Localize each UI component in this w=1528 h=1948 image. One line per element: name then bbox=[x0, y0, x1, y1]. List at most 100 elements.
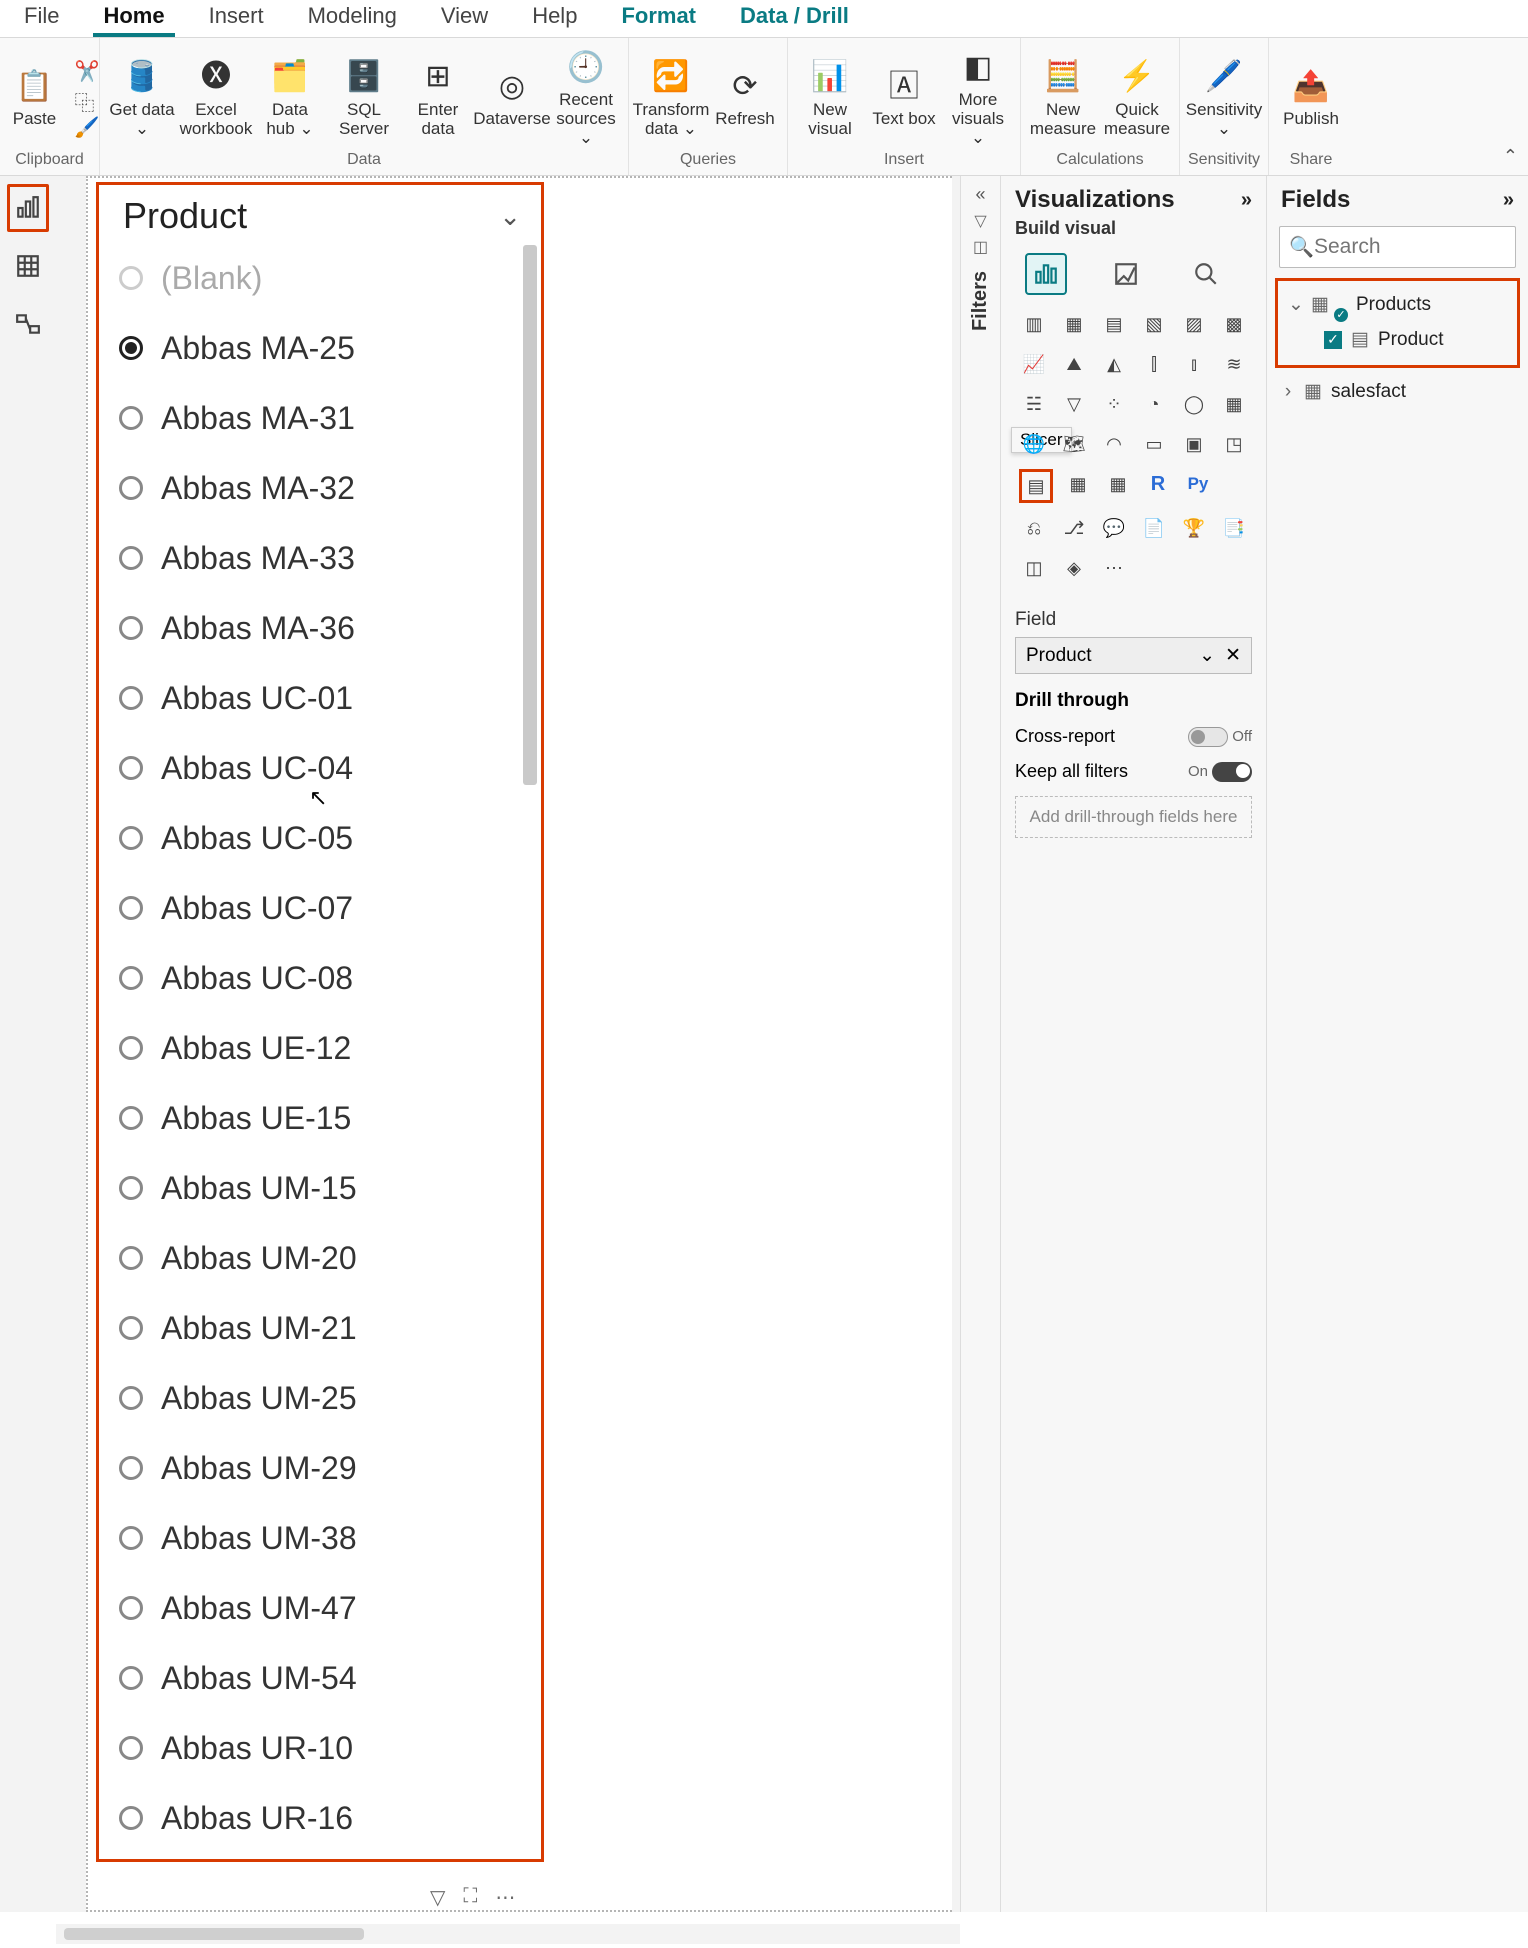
report-canvas[interactable]: Product ⌄ (Blank)Abbas MA-25Abbas MA-31A… bbox=[56, 176, 960, 1912]
line-chart-icon[interactable]: 📈 bbox=[1019, 349, 1049, 379]
slicer-item[interactable]: Abbas MA-36 bbox=[119, 593, 541, 663]
qa-icon[interactable]: 💬 bbox=[1099, 513, 1129, 543]
stacked-column-icon[interactable]: ▦ bbox=[1059, 309, 1089, 339]
focus-mode-icon[interactable]: ⛶ bbox=[463, 1885, 477, 1910]
table-icon[interactable]: ▦ bbox=[1063, 469, 1093, 499]
slicer-item[interactable]: Abbas UC-07 bbox=[119, 873, 541, 943]
sql-server-button[interactable]: 🗄️SQL Server bbox=[330, 53, 398, 138]
fields-search-input[interactable] bbox=[1279, 226, 1516, 268]
tab-help[interactable]: Help bbox=[514, 0, 595, 37]
tab-view[interactable]: View bbox=[423, 0, 506, 37]
filters-label[interactable]: Filters bbox=[969, 271, 992, 331]
tab-file[interactable]: File bbox=[6, 0, 77, 37]
slicer-list[interactable]: (Blank)Abbas MA-25Abbas MA-31Abbas MA-32… bbox=[99, 243, 541, 1853]
transform-data-button[interactable]: 🔁Transform data ⌄ bbox=[637, 53, 705, 138]
checkbox-checked-icon[interactable]: ✓ bbox=[1324, 331, 1342, 349]
line-column-stacked-icon[interactable]: ⫾ bbox=[1179, 349, 1209, 379]
slicer-item[interactable]: Abbas UM-54 bbox=[119, 1643, 541, 1713]
clustered-column-icon[interactable]: ▧ bbox=[1139, 309, 1169, 339]
slicer-visual[interactable]: Product ⌄ (Blank)Abbas MA-25Abbas MA-31A… bbox=[96, 182, 544, 1862]
cut-icon[interactable]: ✂️ bbox=[75, 59, 99, 83]
pie-chart-icon[interactable]: ◔ bbox=[1139, 389, 1169, 419]
scatter-icon[interactable]: ⁘ bbox=[1099, 389, 1129, 419]
collapse-fields-icon[interactable]: » bbox=[1503, 189, 1514, 212]
report-view-button[interactable] bbox=[7, 184, 49, 232]
key-influencers-icon[interactable]: ⎌ bbox=[1019, 513, 1049, 543]
tab-format[interactable]: Format bbox=[603, 0, 714, 37]
slicer-item[interactable]: Abbas UC-04 bbox=[119, 733, 541, 803]
table-salesfact[interactable]: › ▦ salesfact bbox=[1275, 374, 1520, 409]
clustered-bar-icon[interactable]: ▤ bbox=[1099, 309, 1129, 339]
slicer-item[interactable]: (Blank) bbox=[119, 243, 541, 313]
slicer-item[interactable]: Abbas UM-47 bbox=[119, 1573, 541, 1643]
format-painter-icon[interactable]: 🖌️ bbox=[75, 115, 99, 139]
line-column-icon[interactable]: ⫿ bbox=[1139, 349, 1169, 379]
cross-report-toggle[interactable] bbox=[1188, 727, 1228, 747]
more-visuals-button[interactable]: ◧More visuals ⌄ bbox=[944, 43, 1012, 147]
dataverse-button[interactable]: ◎Dataverse bbox=[478, 62, 546, 129]
100-stacked-column-icon[interactable]: ▩ bbox=[1219, 309, 1249, 339]
map-icon[interactable]: 🌐 bbox=[1019, 429, 1049, 459]
get-data-button[interactable]: 🛢️Get data ⌄ bbox=[108, 53, 176, 138]
tab-data-drill[interactable]: Data / Drill bbox=[722, 0, 867, 37]
slicer-item[interactable]: Abbas MA-31 bbox=[119, 383, 541, 453]
treemap-icon[interactable]: ▦ bbox=[1219, 389, 1249, 419]
scrollbar-thumb[interactable] bbox=[64, 1928, 364, 1940]
analytics-tab[interactable] bbox=[1185, 253, 1227, 295]
tab-insert[interactable]: Insert bbox=[191, 0, 282, 37]
slicer-item[interactable]: Abbas UM-21 bbox=[119, 1293, 541, 1363]
power-automate-icon[interactable]: ◈ bbox=[1059, 553, 1089, 583]
publish-button[interactable]: 📤Publish bbox=[1277, 62, 1345, 129]
expand-filters-icon[interactable]: « bbox=[975, 184, 985, 205]
recent-sources-button[interactable]: 🕘Recent sources ⌄ bbox=[552, 43, 620, 147]
stacked-bar-icon[interactable]: ▥ bbox=[1019, 309, 1049, 339]
more-options-icon[interactable]: ⋯ bbox=[495, 1885, 515, 1910]
text-box-button[interactable]: 🄰Text box bbox=[870, 62, 938, 129]
slicer-item[interactable]: Abbas MA-25 bbox=[119, 313, 541, 383]
slicer-item[interactable]: Abbas UM-29 bbox=[119, 1433, 541, 1503]
py-visual-icon[interactable]: Py bbox=[1183, 469, 1213, 499]
slicer-item[interactable]: Abbas UC-08 bbox=[119, 943, 541, 1013]
slicer-item[interactable]: Abbas UE-15 bbox=[119, 1083, 541, 1153]
card-icon[interactable]: ▭ bbox=[1139, 429, 1169, 459]
power-apps-icon[interactable]: ◫ bbox=[1019, 553, 1049, 583]
data-hub-button[interactable]: 🗂️Data hub ⌄ bbox=[256, 53, 324, 138]
slicer-item[interactable]: Abbas UC-01 bbox=[119, 663, 541, 733]
slicer-item[interactable]: Abbas MA-33 bbox=[119, 523, 541, 593]
filled-map-icon[interactable]: 🗺 bbox=[1059, 429, 1089, 459]
ribbon-collapse-button[interactable]: ⌃ bbox=[1503, 146, 1518, 167]
build-visual-tab[interactable] bbox=[1025, 253, 1067, 295]
slicer-item[interactable]: Abbas UM-15 bbox=[119, 1153, 541, 1223]
format-visual-tab[interactable] bbox=[1105, 253, 1147, 295]
slicer-scrollbar[interactable] bbox=[523, 245, 537, 785]
matrix-icon[interactable]: ▦ bbox=[1103, 469, 1133, 499]
slicer-visual-icon[interactable]: ▤ bbox=[1019, 469, 1053, 503]
filter-icon[interactable]: ▽ bbox=[430, 1885, 445, 1910]
remove-field-icon[interactable]: ✕ bbox=[1225, 644, 1241, 667]
waterfall-icon[interactable]: ☵ bbox=[1019, 389, 1049, 419]
area-chart-icon[interactable]: ⛰ bbox=[1059, 349, 1089, 379]
horizontal-scrollbar[interactable] bbox=[56, 1924, 960, 1944]
quick-measure-button[interactable]: ⚡Quick measure bbox=[1103, 53, 1171, 138]
gauge-icon[interactable]: ◠ bbox=[1099, 429, 1129, 459]
excel-workbook-button[interactable]: 🅧Excel workbook bbox=[182, 53, 250, 138]
keep-filters-toggle[interactable] bbox=[1212, 762, 1252, 782]
field-box[interactable]: Product ⌄ ✕ bbox=[1015, 637, 1252, 674]
paste-button[interactable]: 📋 Paste bbox=[1, 62, 69, 129]
bookmark-icon[interactable]: ◫ bbox=[973, 237, 988, 257]
sensitivity-button[interactable]: 🖊️Sensitivity ⌄ bbox=[1190, 53, 1258, 138]
drill-drop-area[interactable]: Add drill-through fields here bbox=[1015, 796, 1252, 838]
100-stacked-bar-icon[interactable]: ▨ bbox=[1179, 309, 1209, 339]
multi-card-icon[interactable]: ▣ bbox=[1179, 429, 1209, 459]
funnel-chart-icon[interactable]: ▽ bbox=[1059, 389, 1089, 419]
kpi-icon[interactable]: ◳ bbox=[1219, 429, 1249, 459]
slicer-item[interactable]: Abbas UC-05 bbox=[119, 803, 541, 873]
tab-modeling[interactable]: Modeling bbox=[290, 0, 415, 37]
copy-icon[interactable]: ⿻ bbox=[75, 87, 99, 111]
funnel-icon[interactable]: ▽ bbox=[974, 211, 986, 231]
model-view-button[interactable] bbox=[7, 300, 49, 348]
field-dropdown-icon[interactable]: ⌄ bbox=[1199, 644, 1215, 667]
collapse-viz-icon[interactable]: » bbox=[1241, 189, 1252, 212]
slicer-item[interactable]: Abbas UE-12 bbox=[119, 1013, 541, 1083]
smart-narrative-icon[interactable]: 📄 bbox=[1139, 513, 1169, 543]
